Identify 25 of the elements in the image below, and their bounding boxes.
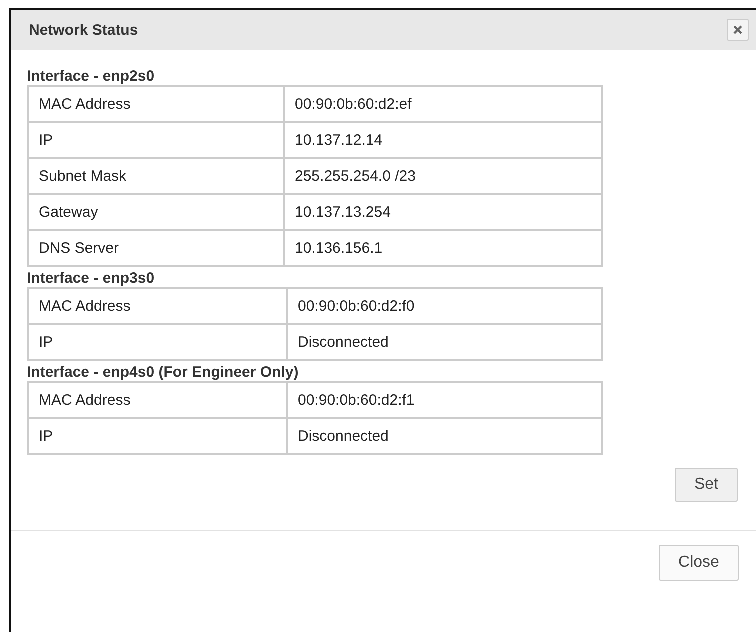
- table-cell: MAC Address: [28, 86, 284, 122]
- set-button[interactable]: Set: [675, 468, 738, 502]
- table-cell: IP: [28, 324, 287, 360]
- table-cell: 00:90:0b:60:d2:f0: [287, 288, 602, 324]
- table-cell: 10.137.13.254: [284, 194, 602, 230]
- table-cell: 00:90:0b:60:d2:ef: [284, 86, 602, 122]
- table-cell: Subnet Mask: [28, 158, 284, 194]
- table-cell: DNS Server: [28, 230, 284, 266]
- section-heading: Interface - enp3s0: [27, 270, 156, 287]
- table-cell: IP: [28, 418, 287, 454]
- window-title: Network Status: [29, 22, 138, 38]
- table-cell: Gateway: [28, 194, 284, 230]
- table-cell: MAC Address: [28, 382, 287, 418]
- table-cell: IP: [28, 122, 284, 158]
- table-cell: Disconnected: [287, 324, 602, 360]
- table-cell: 10.136.156.1: [284, 230, 602, 266]
- table-cell: 00:90:0b:60:d2:f1: [287, 382, 602, 418]
- close-icon[interactable]: [727, 19, 749, 41]
- section-heading: Interface - enp2s0: [27, 68, 156, 85]
- table-cell: 10.137.12.14: [284, 122, 602, 158]
- section-heading: Interface - enp4s0 (For Engineer Only): [27, 364, 300, 381]
- table-cell: 255.255.254.0 /23: [284, 158, 602, 194]
- table-cell: Disconnected: [287, 418, 602, 454]
- table-cell: MAC Address: [28, 288, 287, 324]
- close-button[interactable]: Close: [659, 545, 739, 581]
